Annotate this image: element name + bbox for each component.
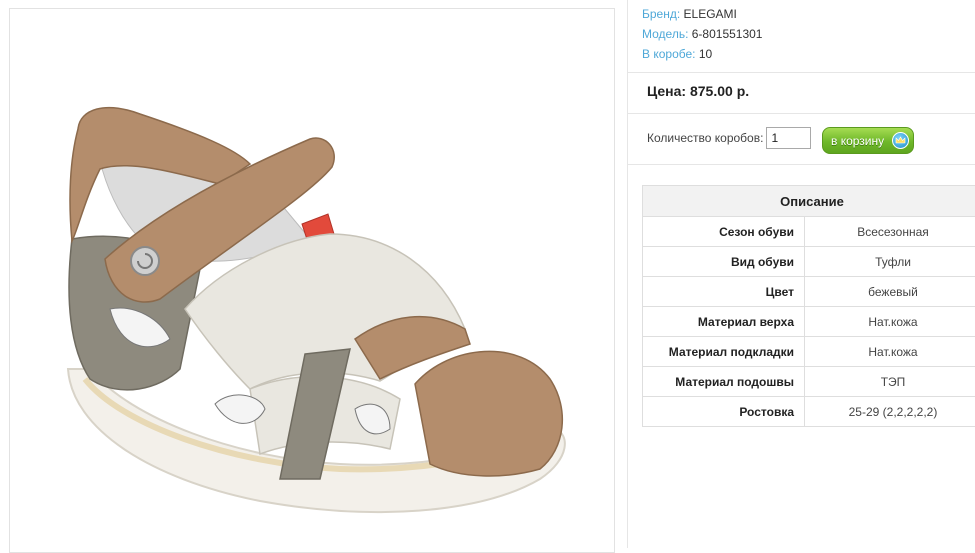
box-row: В коробе: 10 (642, 44, 762, 64)
model-row: Модель: 6-801551301 (642, 24, 762, 44)
spec-key: Материал подошвы (643, 367, 805, 397)
table-row: Сезон обуви Всесезонная (643, 217, 975, 247)
sandal-illustration (10, 9, 614, 552)
price: Цена: 875.00 р. (647, 83, 749, 99)
add-to-cart-label: в корзину (831, 134, 884, 148)
product-image[interactable] (9, 8, 615, 553)
spec-value: бежевый (805, 277, 975, 307)
spec-key: Вид обуви (643, 247, 805, 277)
spec-value: Туфли (805, 247, 975, 277)
spec-key: Материал подкладки (643, 337, 805, 367)
table-row: Цвет бежевый (643, 277, 975, 307)
spec-key: Сезон обуви (643, 217, 805, 247)
spec-key: Цвет (643, 277, 805, 307)
brand-value: ELEGAMI (684, 7, 737, 21)
specs-table: Описание Сезон обуви Всесезонная Вид обу… (642, 185, 975, 427)
quantity-row: Количество коробов: (647, 125, 811, 151)
brand-row: Бренд: ELEGAMI (642, 4, 762, 24)
table-row: Материал верха Нат.кожа (643, 307, 975, 337)
spec-value: Всесезонная (805, 217, 975, 247)
spec-value: Нат.кожа (805, 307, 975, 337)
model-value: 6-801551301 (692, 27, 763, 41)
spec-key: Материал верха (643, 307, 805, 337)
spec-value: Нат.кожа (805, 337, 975, 367)
spec-value: 25-29 (2,2,2,2,2) (805, 397, 975, 427)
spec-value: ТЭП (805, 367, 975, 397)
box-value: 10 (699, 47, 712, 61)
spec-key: Ростовка (643, 397, 805, 427)
table-row: Вид обуви Туфли (643, 247, 975, 277)
table-row: Материал подкладки Нат.кожа (643, 337, 975, 367)
specs-title: Описание (643, 186, 975, 217)
divider-cart (628, 164, 975, 165)
table-row: Ростовка 25-29 (2,2,2,2,2) (643, 397, 975, 427)
box-label[interactable]: В коробе: (642, 47, 696, 61)
divider-price (628, 113, 975, 114)
product-meta: Бренд: ELEGAMI Модель: 6-801551301 В кор… (642, 4, 762, 64)
crown-cart-icon (892, 132, 909, 149)
table-row: Материал подошвы ТЭП (643, 367, 975, 397)
add-to-cart-button[interactable]: в корзину (822, 127, 914, 154)
quantity-label: Количество коробов: (647, 131, 763, 145)
divider-top (628, 72, 975, 73)
column-divider (627, 0, 628, 548)
brand-label[interactable]: Бренд: (642, 7, 680, 21)
quantity-input[interactable] (766, 127, 811, 149)
model-label[interactable]: Модель: (642, 27, 688, 41)
